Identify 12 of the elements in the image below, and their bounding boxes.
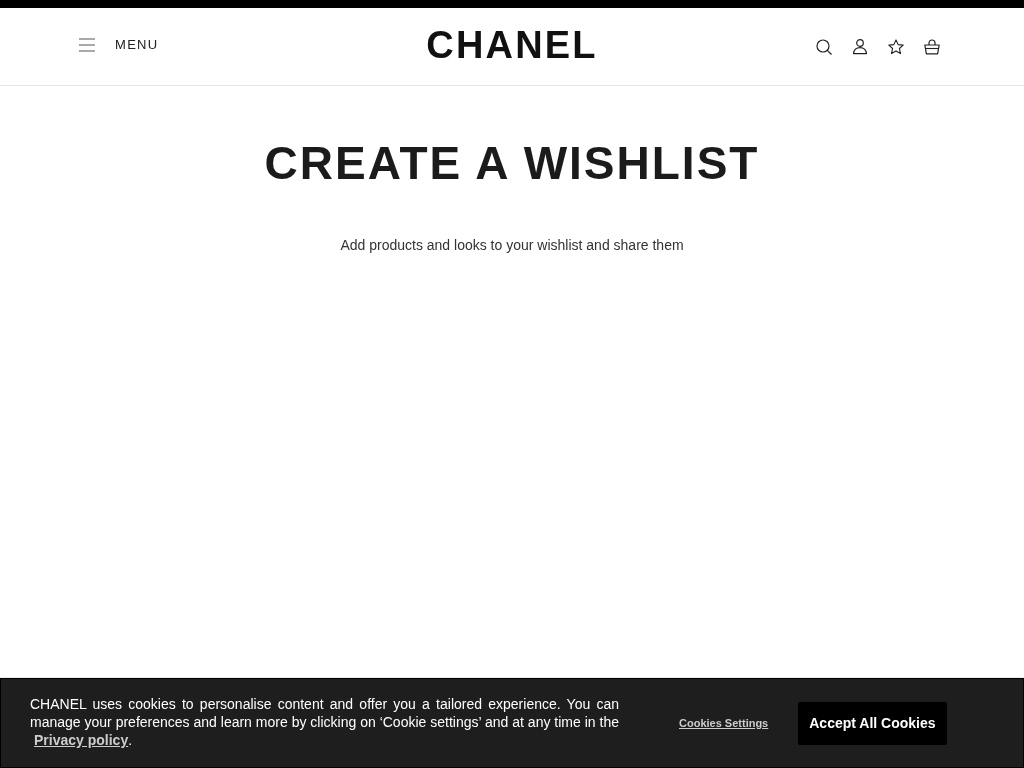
page-title: CREATE A WISHLIST [264, 137, 760, 189]
star-icon[interactable] [888, 39, 904, 55]
shopping-bag-icon[interactable] [924, 39, 940, 55]
brand-logo[interactable]: CHANEL [426, 26, 598, 64]
user-icon[interactable] [852, 39, 868, 55]
menu-button[interactable]: MENU [115, 37, 159, 52]
privacy-policy-link[interactable]: Privacy policy [34, 732, 129, 748]
page-subtitle: Add products and looks to your wishlist and share them [340, 236, 684, 254]
search-icon[interactable] [816, 39, 832, 55]
cookies-settings-link[interactable]: Cookies Settings [679, 717, 769, 729]
cookie-notice-text: CHANEL uses cookies to personalise content and offer you a tailored experience. You can manage your preferences and learn more by clicking on ‘Cookie settings’ and at any time in the Privacy policy. [30, 695, 619, 749]
accept-cookies-button[interactable]: Accept All Cookies [798, 701, 947, 745]
